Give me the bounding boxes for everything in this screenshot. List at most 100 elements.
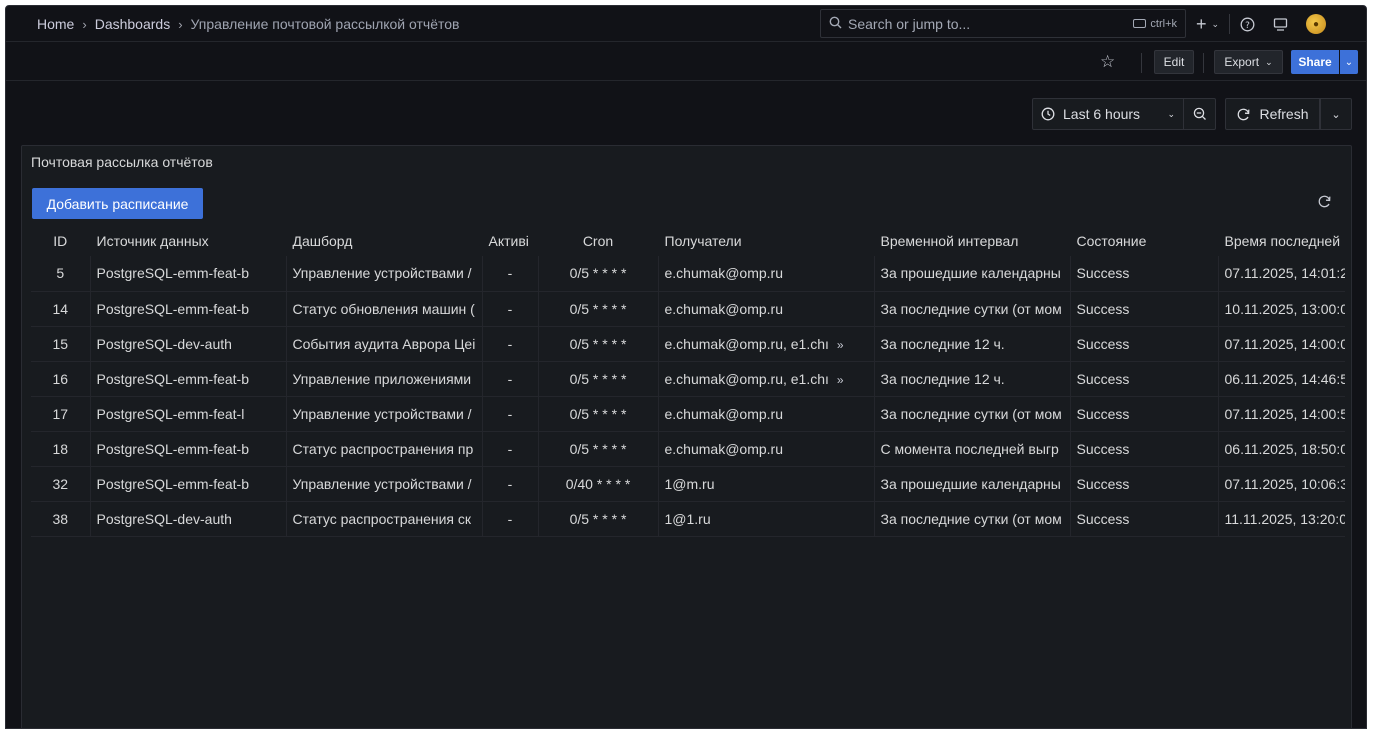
- cell-active: -: [481, 256, 538, 292]
- share-options-button[interactable]: ⌄: [1340, 50, 1358, 74]
- add-schedule-button[interactable]: Добавить расписание: [32, 188, 203, 219]
- table-row[interactable]: 15 PostgreSQL-dev-auth События аудита Авро…: [31, 326, 1346, 362]
- cell-recipients: 1@m.ru: [657, 466, 874, 502]
- cell-interval-text: За последние сутки (от мом: [880, 300, 1062, 317]
- column-header[interactable]: Получатели: [658, 225, 874, 256]
- edit-button[interactable]: Edit: [1154, 50, 1194, 74]
- cell-recipients-text: e.chumak@omp.ru, e1.chı: [664, 335, 829, 352]
- breadcrumb-home[interactable]: Home: [37, 16, 74, 32]
- cell-id: 17: [31, 396, 90, 432]
- expand-recipients-icon[interactable]: »: [837, 373, 844, 387]
- user-avatar[interactable]: ●: [1306, 14, 1327, 34]
- table-row[interactable]: 32 PostgreSQL-emm-feat-b Управление устрой…: [31, 466, 1346, 502]
- cell-id: 14: [31, 291, 90, 327]
- cell-id-text: 16: [52, 370, 69, 387]
- table-row[interactable]: 16 PostgreSQL-emm-feat-b Управление прилож…: [31, 361, 1345, 397]
- cell-recipients-text: e.chumak@omp.ru: [664, 265, 783, 282]
- column-header[interactable]: Активі: [482, 225, 538, 256]
- cell-state: Success: [1069, 501, 1218, 537]
- share-button[interactable]: Share: [1291, 50, 1339, 74]
- cell-last-text: 07.11.2025, 10:06:3: [1224, 475, 1346, 492]
- cell-cron-text: 0/5 * * * *: [569, 440, 627, 457]
- divider: [1229, 14, 1231, 34]
- cell-recipients: e.chumak@omp.ru, e1.chı »: [657, 326, 874, 362]
- help-button[interactable]: ?: [1240, 12, 1255, 36]
- column-header[interactable]: Временной интервал: [874, 225, 1070, 256]
- cell-recipients: 1@1.ru: [657, 501, 874, 537]
- cell-recipients: e.chumak@omp.ru: [657, 396, 874, 432]
- time-range-picker[interactable]: Last 6 hours ⌄: [1032, 98, 1184, 130]
- cell-source: PostgreSQL-emm-feat-b: [89, 466, 286, 502]
- star-icon[interactable]: ☆: [1100, 52, 1115, 72]
- cell-cron-text: 0/5 * * * *: [569, 335, 627, 352]
- cell-cron-text: 0/5 * * * *: [569, 405, 627, 422]
- cell-state: Success: [1069, 291, 1218, 327]
- refresh-button[interactable]: Refresh: [1225, 98, 1320, 130]
- cell-source-text: PostgreSQL-emm-feat-b: [96, 475, 250, 492]
- cell-active-text: -: [507, 335, 513, 352]
- cell-interval: За последние 12 ч.: [873, 326, 1070, 362]
- column-header[interactable]: Состояние: [1070, 225, 1218, 256]
- column-header[interactable]: Время последней: [1218, 225, 1345, 256]
- table-row[interactable]: 18 PostgreSQL-emm-feat-b Статус распростра…: [31, 431, 1345, 467]
- cell-id: 5: [31, 256, 90, 292]
- nav-actions: + ⌄ ? ●: [1196, 6, 1327, 42]
- table-row[interactable]: 38 PostgreSQL-dev-auth Статус распростране…: [31, 501, 1345, 537]
- cell-id: 32: [31, 466, 90, 502]
- cell-active-text: -: [507, 300, 513, 317]
- cell-cron-text: 0/5 * * * *: [569, 510, 627, 527]
- export-button[interactable]: Export ⌄: [1214, 50, 1283, 74]
- svg-text:?: ?: [1245, 20, 1250, 30]
- table-row[interactable]: 5 PostgreSQL-emm-feat-b Управление устройс…: [31, 256, 1345, 292]
- cell-source: PostgreSQL-emm-feat-b: [89, 361, 286, 397]
- table-row[interactable]: 17 PostgreSQL-emm-feat-l Управление устрой…: [31, 396, 1345, 432]
- cell-state-text: Success: [1076, 510, 1130, 527]
- cell-active: -: [481, 396, 538, 432]
- chevron-down-icon: ⌄: [1211, 18, 1220, 29]
- cell-state-text: Success: [1076, 405, 1130, 422]
- table-header-row: ID Источник данных Дашборд Активі Cron П…: [31, 225, 1345, 256]
- column-header[interactable]: ID: [31, 225, 90, 256]
- refresh-icon[interactable]: [1317, 194, 1332, 213]
- cell-source-text: PostgreSQL-emm-feat-b: [96, 300, 250, 317]
- cell-active: -: [481, 291, 538, 327]
- cell-interval: За прошедшие календарны: [873, 466, 1070, 502]
- add-new-button[interactable]: + ⌄: [1196, 12, 1219, 36]
- cell-state-text: Success: [1076, 440, 1130, 457]
- news-button[interactable]: [1273, 12, 1288, 36]
- refresh-interval-picker[interactable]: ⌄: [1320, 98, 1352, 130]
- cell-active-text: -: [507, 440, 513, 457]
- column-header[interactable]: Дашборд: [286, 225, 482, 256]
- cell-state-text: Success: [1076, 300, 1130, 317]
- column-header[interactable]: Cron: [538, 225, 658, 256]
- search-placeholder: Search or jump to...: [848, 15, 971, 32]
- cell-active-text: -: [507, 265, 513, 282]
- cell-id-text: 15: [52, 335, 69, 352]
- cell-dashboard: Управление приложениями: [285, 361, 482, 397]
- search-input[interactable]: Search or jump to... ctrl+k: [820, 9, 1186, 38]
- cell-dashboard-text: Управление устройствами /: [292, 475, 472, 492]
- cell-last-text: 07.11.2025, 14:00:0: [1224, 335, 1346, 352]
- cell-interval: За прошедшие календарны: [873, 256, 1070, 292]
- expand-recipients-icon[interactable]: »: [837, 338, 844, 352]
- plus-icon: +: [1196, 13, 1207, 34]
- column-header[interactable]: Источник данных: [90, 225, 286, 256]
- cell-last-text: 10.11.2025, 13:00:0: [1224, 300, 1346, 317]
- cell-state: Success: [1069, 466, 1218, 502]
- breadcrumb-dashboards[interactable]: Dashboards: [95, 16, 171, 32]
- cell-last: 07.11.2025, 10:06:3: [1217, 466, 1346, 502]
- time-range-label: Last 6 hours: [1063, 106, 1141, 122]
- table-row[interactable]: 14 PostgreSQL-emm-feat-b Статус обновления…: [31, 291, 1346, 327]
- zoom-out-button[interactable]: [1184, 98, 1216, 130]
- cell-recipients: e.chumak@omp.ru: [657, 291, 874, 327]
- cell-active: -: [481, 361, 538, 397]
- cell-dashboard: Статус распространения ск: [285, 501, 482, 537]
- search-shortcut: ctrl+k: [1133, 18, 1177, 30]
- cell-dashboard-text: Управление устройствами /: [292, 265, 472, 282]
- cell-active: -: [481, 501, 538, 537]
- cell-id-text: 38: [52, 510, 69, 527]
- cell-cron: 0/5 * * * *: [537, 396, 658, 432]
- breadcrumb: Home › Dashboards › Управление почтовой …: [37, 6, 459, 42]
- cell-recipients: e.chumak@omp.ru, e1.chı »: [657, 361, 874, 397]
- cell-source-text: PostgreSQL-emm-feat-l: [96, 405, 245, 422]
